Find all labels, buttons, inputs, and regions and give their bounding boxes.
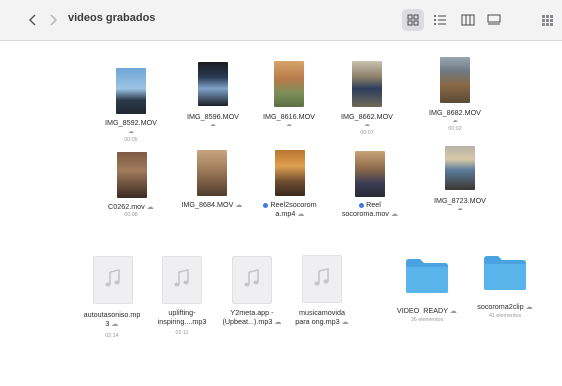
window-title: videos grabados	[68, 12, 156, 24]
folder-icon[interactable]	[404, 257, 450, 295]
folder-name: VIDEO READY	[396, 306, 448, 315]
folder-icon[interactable]	[482, 254, 528, 292]
file-name-multiline[interactable]: musicamovida para ong.mp3 ☁	[276, 308, 368, 326]
file-name-multiline[interactable]: Reel2socorom a.mp4 ☁	[244, 200, 336, 218]
audio-duration: 02:11	[175, 330, 189, 336]
file-name-line2: (Upbeat...).mp3	[222, 317, 273, 326]
file-name-line2: inspiring....mp3	[157, 317, 207, 326]
forward-button[interactable]	[44, 11, 62, 29]
file-name[interactable]: IMG_8592.MOV	[88, 118, 174, 127]
cloud-status-icon: ☁	[457, 206, 463, 212]
group-grid-icon	[542, 15, 553, 26]
gallery-icon	[487, 14, 501, 25]
cloud-status-icon: ☁	[449, 306, 458, 315]
cloud-status-icon: ☁	[111, 319, 119, 328]
file-name: C0262.mov	[108, 202, 145, 211]
toolbar: videos grabados	[0, 0, 562, 41]
file-name[interactable]: IMG_8596.MOV	[170, 112, 256, 121]
cloud-status-icon: ☁	[210, 122, 216, 128]
music-note-icon	[105, 269, 120, 287]
audio-file-icon[interactable]	[232, 256, 272, 304]
file-name[interactable]: IMG_8723.MOV	[414, 196, 506, 205]
video-duration: 00:07	[360, 130, 374, 136]
group-button[interactable]	[540, 9, 556, 31]
icon-view-button[interactable]	[402, 9, 424, 31]
chevron-right-icon	[50, 14, 58, 26]
file-name-line1: musicamovida	[299, 308, 345, 317]
blue-tag-dot	[359, 202, 365, 208]
cloud-status-icon: ☁	[286, 122, 292, 128]
file-name-line1: uplifting-	[168, 308, 196, 317]
file-name[interactable]: IMG_8662.MOV	[324, 112, 410, 121]
list-view-button[interactable]	[430, 9, 450, 31]
file-name: IMG_8684.MOV	[181, 200, 234, 209]
video-thumbnail[interactable]	[116, 68, 146, 114]
folder-item-count: 41 elementos	[488, 313, 522, 319]
file-name-line1: Y2meta.app -	[230, 308, 274, 317]
music-note-icon	[174, 269, 189, 287]
video-thumbnail[interactable]	[355, 151, 385, 197]
file-name-line2: 3	[105, 319, 110, 328]
video-thumbnail[interactable]	[440, 57, 470, 103]
video-duration: 00:05	[124, 137, 138, 143]
music-note-icon	[314, 268, 329, 286]
cloud-status-icon: ☁	[364, 122, 370, 128]
file-name-line1: Reel2socorom	[270, 200, 317, 209]
folder-name-row[interactable]: socoroma2clip ☁	[458, 302, 552, 311]
back-button[interactable]	[24, 11, 42, 29]
video-thumbnail[interactable]	[117, 152, 147, 198]
file-name-line1: autoutasoniso.mp	[83, 310, 141, 319]
file-name-line2: para ong.mp3	[295, 317, 340, 326]
file-name-line2: socoroma.mov	[341, 209, 389, 218]
file-name[interactable]: IMG_8682.MOV	[412, 108, 498, 117]
folder-name: socoroma2clip	[477, 302, 524, 311]
columns-icon	[461, 14, 475, 26]
video-duration: 00:02	[448, 126, 462, 132]
audio-file-icon[interactable]	[162, 256, 202, 304]
finder-window: videos grabados IMG_8592.MOV ☁ 00:05 IMG…	[0, 0, 562, 386]
audio-file-icon[interactable]	[302, 255, 342, 303]
audio-file-icon[interactable]	[93, 256, 133, 304]
cloud-status-icon: ☁	[452, 118, 458, 124]
video-thumbnail[interactable]	[197, 150, 227, 196]
video-duration: 00:08	[124, 212, 138, 218]
cloud-status-icon: ☁	[341, 317, 349, 326]
video-thumbnail[interactable]	[352, 61, 382, 107]
file-name-line2: a.mp4	[275, 209, 296, 218]
video-thumbnail[interactable]	[274, 61, 304, 107]
grid-icon	[407, 14, 419, 26]
cloud-status-icon: ☁	[128, 129, 134, 135]
music-note-icon	[244, 269, 259, 287]
chevron-left-icon	[28, 14, 36, 26]
cloud-status-icon: ☁	[297, 209, 305, 218]
blue-tag-dot	[263, 202, 269, 208]
cloud-status-icon: ☁	[146, 202, 154, 211]
video-thumbnail[interactable]	[275, 150, 305, 196]
cloud-status-icon: ☁	[525, 302, 533, 311]
video-thumbnail[interactable]	[198, 62, 228, 106]
gallery-view-button[interactable]	[484, 9, 504, 31]
video-thumbnail[interactable]	[445, 146, 475, 190]
file-name[interactable]: IMG_8616.MOV	[246, 112, 332, 121]
list-icon	[434, 15, 446, 25]
cloud-status-icon: ☁	[390, 209, 399, 218]
file-name-multiline[interactable]: Reel socoroma.mov ☁	[324, 200, 416, 218]
file-name-line1: Reel	[366, 200, 381, 209]
cloud-status-icon: ☁	[235, 200, 243, 209]
column-view-button[interactable]	[458, 9, 478, 31]
file-name-row[interactable]: C0262.mov ☁	[84, 202, 178, 211]
